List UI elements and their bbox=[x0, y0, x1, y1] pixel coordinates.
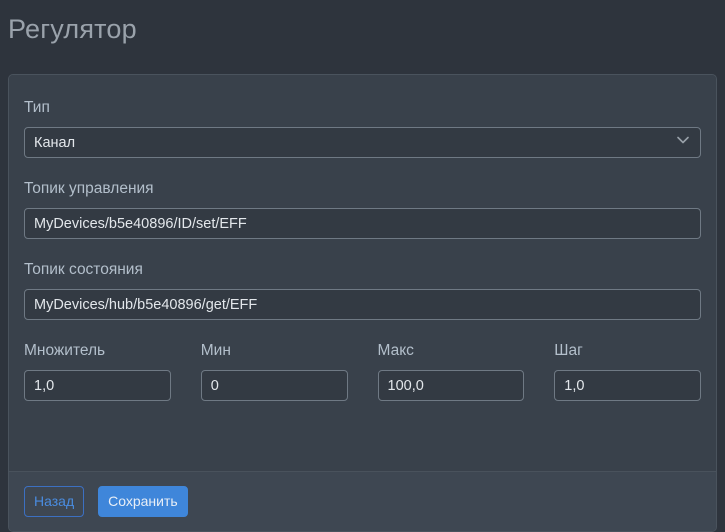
page: Регулятор Тип Канал Топик управления bbox=[0, 0, 725, 516]
type-label: Тип bbox=[24, 97, 701, 119]
control-topic-input[interactable] bbox=[24, 208, 701, 239]
card-footer: Назад Сохранить bbox=[9, 471, 716, 531]
type-field-group: Тип Канал bbox=[24, 97, 701, 158]
state-topic-input[interactable] bbox=[24, 289, 701, 320]
page-title: Регулятор bbox=[8, 10, 717, 48]
max-label: Макс bbox=[378, 340, 525, 362]
min-field-group: Мин bbox=[201, 340, 348, 401]
min-label: Мин bbox=[201, 340, 348, 362]
step-label: Шаг bbox=[554, 340, 701, 362]
step-field-group: Шаг bbox=[554, 340, 701, 421]
card-body: Тип Канал Топик управления Топик состоян… bbox=[9, 75, 716, 471]
step-input[interactable] bbox=[554, 370, 701, 401]
multiplier-label: Множитель bbox=[24, 340, 171, 362]
save-button[interactable]: Сохранить bbox=[98, 486, 188, 517]
control-topic-field-group: Топик управления bbox=[24, 178, 701, 239]
min-input[interactable] bbox=[201, 370, 348, 401]
type-select-wrap: Канал bbox=[24, 127, 701, 158]
back-button[interactable]: Назад bbox=[24, 486, 84, 517]
type-select[interactable]: Канал bbox=[24, 127, 701, 158]
control-topic-label: Топик управления bbox=[24, 178, 701, 200]
regulator-form-card: Тип Канал Топик управления Топик состоян… bbox=[8, 74, 717, 532]
multiplier-field-group: Множитель bbox=[24, 340, 171, 401]
state-topic-field-group: Топик состояния bbox=[24, 259, 701, 320]
max-field-group: Макс bbox=[378, 340, 525, 401]
numeric-fields-row: Множитель Мин Макс Шаг bbox=[24, 340, 701, 421]
state-topic-label: Топик состояния bbox=[24, 259, 701, 281]
max-input[interactable] bbox=[378, 370, 525, 401]
multiplier-input[interactable] bbox=[24, 370, 171, 401]
